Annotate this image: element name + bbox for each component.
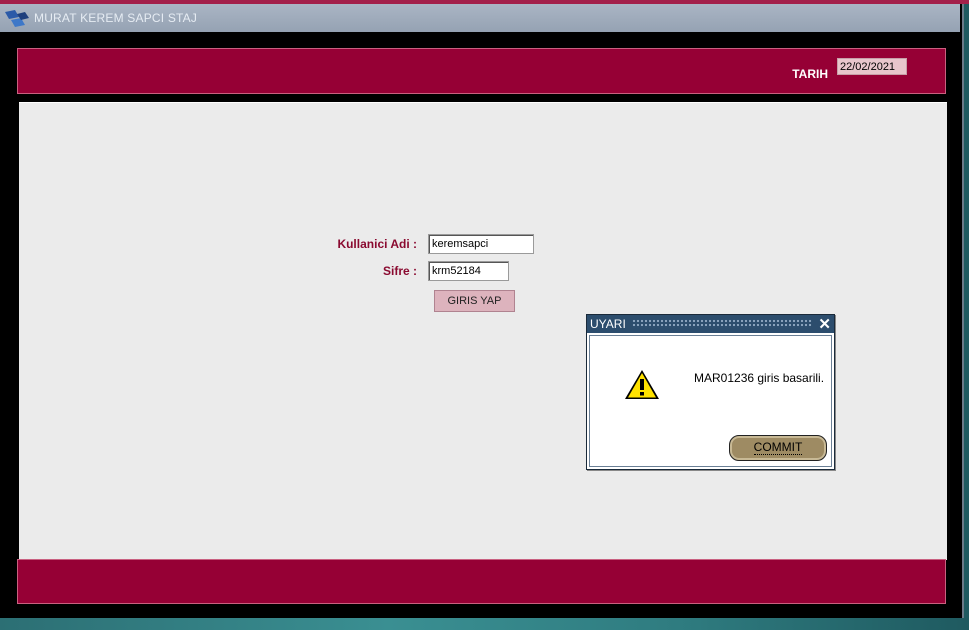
titlebar-grip-pattern xyxy=(632,319,812,328)
window-title: MURAT KEREM SAPCI STAJ xyxy=(34,11,198,25)
close-icon[interactable]: ✕ xyxy=(818,315,831,333)
app-logo-icon xyxy=(5,10,29,27)
username-input[interactable]: keremsapci xyxy=(428,234,534,254)
warning-icon xyxy=(625,370,659,399)
footer-band xyxy=(17,559,946,604)
app-window: MURAT KEREM SAPCI STAJ TARIH 22/02/2021 … xyxy=(0,4,964,618)
alert-dialog: UYARI ✕ MAR01236 giris basarili. COMMIT xyxy=(586,314,835,470)
login-button[interactable]: GIRIS YAP xyxy=(434,290,515,312)
panel-divider xyxy=(947,103,949,560)
dialog-message: MAR01236 giris basarili. xyxy=(694,371,825,385)
commit-button[interactable]: COMMIT xyxy=(729,435,827,461)
dialog-titlebar[interactable]: UYARI ✕ xyxy=(587,315,834,333)
dialog-body: MAR01236 giris basarili. COMMIT xyxy=(589,335,832,467)
dialog-title: UYARI xyxy=(590,317,626,331)
password-input[interactable]: krm52184 xyxy=(428,261,509,281)
date-field[interactable]: 22/02/2021 xyxy=(837,58,907,75)
password-label: Sifre : xyxy=(382,264,417,278)
header-band: TARIH 22/02/2021 xyxy=(17,48,946,94)
username-label: Kullanici Adi : xyxy=(337,237,417,251)
date-label: TARIH xyxy=(792,67,828,81)
commit-button-label: COMMIT xyxy=(753,440,803,455)
window-titlebar[interactable]: MURAT KEREM SAPCI STAJ xyxy=(0,4,960,32)
